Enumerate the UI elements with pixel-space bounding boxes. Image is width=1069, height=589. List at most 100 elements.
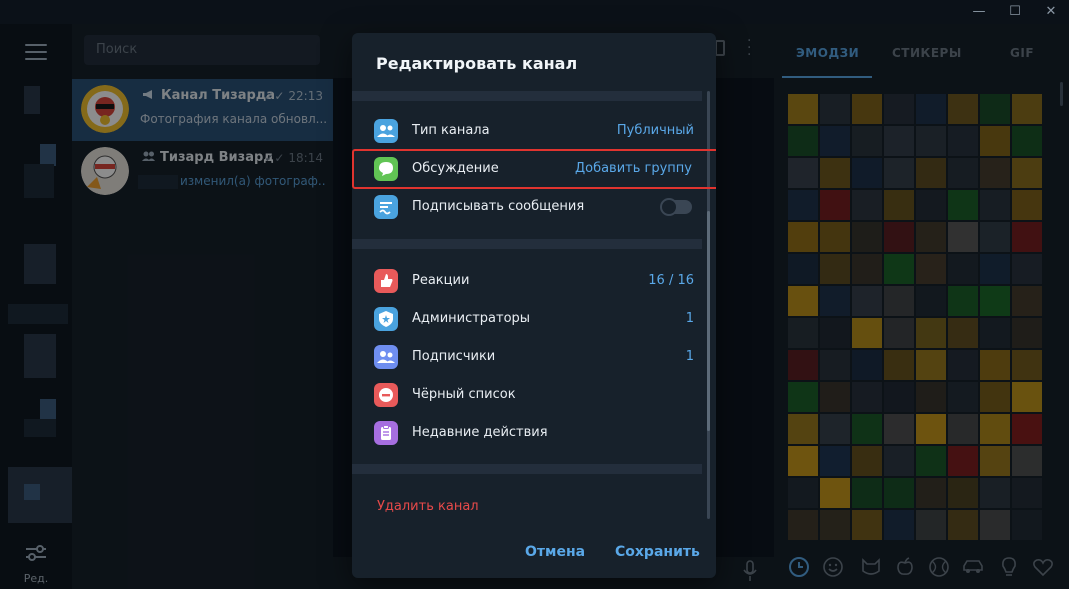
sidebar-toggle-icon[interactable]: [715, 40, 725, 56]
emoji-cell[interactable]: [980, 510, 1010, 540]
emoji-cell[interactable]: [948, 318, 978, 348]
emoji-cell[interactable]: [820, 158, 850, 188]
emoji-cell[interactable]: [1012, 286, 1042, 316]
emoji-cell[interactable]: [884, 318, 914, 348]
folder-blurred[interactable]: [24, 244, 56, 284]
emoji-cell[interactable]: [820, 126, 850, 156]
emoji-cell[interactable]: [916, 190, 946, 220]
emoji-cell[interactable]: [916, 286, 946, 316]
emoji-cell[interactable]: [820, 478, 850, 508]
emoji-cell[interactable]: [916, 478, 946, 508]
emoji-cell[interactable]: [820, 382, 850, 412]
emoji-cell[interactable]: [916, 254, 946, 284]
folder-blurred[interactable]: [24, 164, 54, 198]
emoji-cell[interactable]: [948, 222, 978, 252]
emoji-cell[interactable]: [980, 286, 1010, 316]
emoji-cell[interactable]: [852, 94, 882, 124]
emoji-cell[interactable]: [884, 190, 914, 220]
tab-stickers[interactable]: СТИКЕРЫ: [892, 46, 962, 60]
emoji-cell[interactable]: [884, 254, 914, 284]
emoji-cell[interactable]: [788, 350, 818, 380]
search-input[interactable]: Поиск: [84, 35, 320, 65]
emoji-cell[interactable]: [980, 126, 1010, 156]
emoji-cell[interactable]: [852, 318, 882, 348]
emoji-cell[interactable]: [980, 478, 1010, 508]
emoji-cell[interactable]: [788, 126, 818, 156]
row-discussion[interactable]: Обсуждение Добавить группу: [352, 150, 716, 188]
emoji-cell[interactable]: [852, 158, 882, 188]
emoji-cell[interactable]: [788, 446, 818, 476]
emoji-cell[interactable]: [884, 94, 914, 124]
emoji-cell[interactable]: [980, 190, 1010, 220]
maximize-button[interactable]: ☐: [997, 0, 1033, 24]
cancel-button[interactable]: Отмена: [525, 544, 585, 560]
emoji-cell[interactable]: [820, 94, 850, 124]
ball-icon[interactable]: [928, 556, 950, 578]
emoji-cell[interactable]: [916, 126, 946, 156]
emoji-cell[interactable]: [852, 254, 882, 284]
emoji-cell[interactable]: [884, 286, 914, 316]
emoji-scrollbar[interactable]: [1060, 82, 1063, 106]
emoji-cell[interactable]: [948, 286, 978, 316]
emoji-cell[interactable]: [788, 478, 818, 508]
folder-blurred-active[interactable]: [8, 467, 72, 523]
emoji-cell[interactable]: [916, 446, 946, 476]
emoji-cell[interactable]: [916, 510, 946, 540]
emoji-cell[interactable]: [948, 190, 978, 220]
car-icon[interactable]: [962, 556, 984, 578]
emoji-cell[interactable]: [852, 478, 882, 508]
emoji-cell[interactable]: [980, 254, 1010, 284]
emoji-cell[interactable]: [916, 94, 946, 124]
emoji-cell[interactable]: [788, 414, 818, 444]
emoji-cell[interactable]: [884, 510, 914, 540]
sign-messages-toggle[interactable]: [660, 198, 692, 216]
emoji-cell[interactable]: [788, 190, 818, 220]
smile-icon[interactable]: [822, 556, 844, 578]
emoji-cell[interactable]: [1012, 350, 1042, 380]
heart-icon[interactable]: [1032, 556, 1054, 578]
channel-type-value[interactable]: Публичный: [617, 123, 694, 138]
emoji-cell[interactable]: [980, 222, 1010, 252]
folder-blurred[interactable]: [40, 144, 56, 166]
emoji-cell[interactable]: [884, 414, 914, 444]
tab-gif[interactable]: GIF: [1010, 46, 1034, 60]
emoji-cell[interactable]: [980, 414, 1010, 444]
emoji-cell[interactable]: [820, 318, 850, 348]
emoji-cell[interactable]: [916, 414, 946, 444]
emoji-cell[interactable]: [916, 158, 946, 188]
emoji-cell[interactable]: [980, 318, 1010, 348]
tab-emoji[interactable]: ЭМОДЗИ: [796, 46, 859, 60]
emoji-cell[interactable]: [852, 190, 882, 220]
emoji-cell[interactable]: [788, 318, 818, 348]
emoji-cell[interactable]: [1012, 414, 1042, 444]
more-options-icon[interactable]: · · ·: [747, 34, 751, 62]
emoji-cell[interactable]: [1012, 318, 1042, 348]
row-administrators[interactable]: Администраторы 1: [352, 300, 716, 338]
emoji-cell[interactable]: [980, 94, 1010, 124]
emoji-cell[interactable]: [820, 190, 850, 220]
save-button[interactable]: Сохранить: [615, 544, 700, 560]
emoji-cell[interactable]: [884, 158, 914, 188]
row-blacklist[interactable]: Чёрный список: [352, 376, 716, 414]
emoji-cell[interactable]: [1012, 126, 1042, 156]
emoji-cell[interactable]: [1012, 222, 1042, 252]
delete-channel-button[interactable]: Удалить канал: [377, 499, 479, 514]
emoji-cell[interactable]: [820, 350, 850, 380]
cat-icon[interactable]: [860, 556, 882, 578]
emoji-cell[interactable]: [884, 446, 914, 476]
emoji-cell[interactable]: [948, 382, 978, 412]
folder-blurred[interactable]: [24, 86, 40, 114]
bulb-icon[interactable]: [998, 556, 1020, 578]
emoji-cell[interactable]: [788, 286, 818, 316]
emoji-cell[interactable]: [948, 510, 978, 540]
emoji-cell[interactable]: [852, 510, 882, 540]
emoji-cell[interactable]: [820, 510, 850, 540]
emoji-cell[interactable]: [852, 446, 882, 476]
emoji-cell[interactable]: [1012, 446, 1042, 476]
emoji-cell[interactable]: [948, 126, 978, 156]
emoji-cell[interactable]: [980, 350, 1010, 380]
emoji-cell[interactable]: [948, 478, 978, 508]
emoji-cell[interactable]: [948, 254, 978, 284]
folder-blurred[interactable]: [8, 304, 68, 324]
emoji-cell[interactable]: [852, 286, 882, 316]
